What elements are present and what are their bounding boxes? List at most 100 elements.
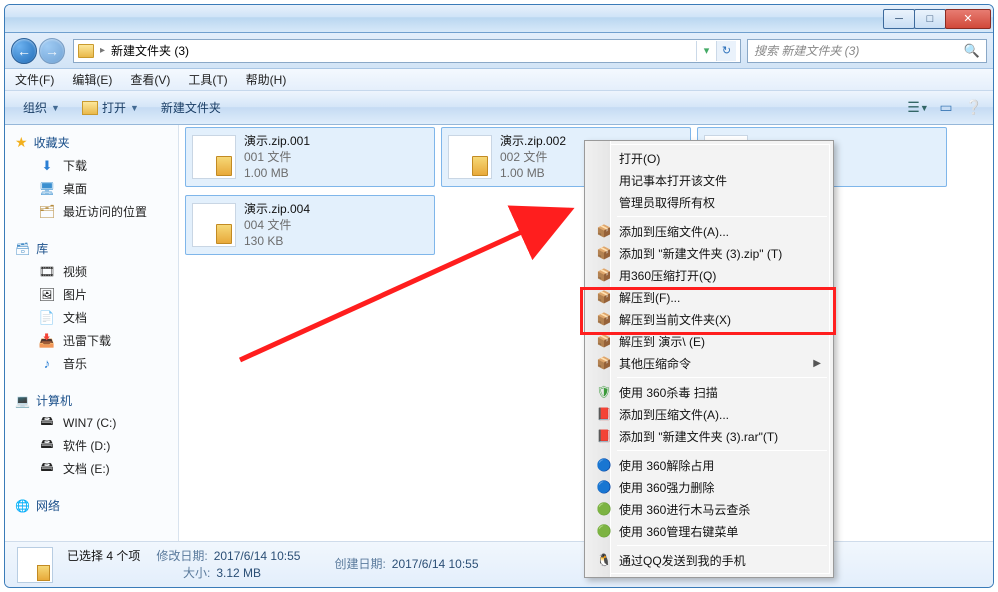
- context-menu-label: 解压到 演示\ (E): [619, 333, 705, 350]
- menu-help[interactable]: 帮助(H): [246, 71, 287, 88]
- recent-icon: 🗂: [39, 204, 55, 220]
- context-menu-item[interactable]: 📦解压到 演示\ (E): [589, 330, 829, 352]
- sidebar-item-videos[interactable]: 🎞视频: [5, 260, 178, 283]
- archive-icon: 📦: [595, 288, 613, 306]
- context-menu-item[interactable]: 🔵使用 360强力删除: [589, 476, 829, 498]
- forward-button[interactable]: →: [39, 38, 65, 64]
- toolbar: 组织 ▼ 打开 ▼ 新建文件夹 ☰ ▼ ▭ ❔: [5, 91, 993, 125]
- titlebar: ─ □ ✕: [5, 5, 993, 33]
- file-size: 1.00 MB: [500, 165, 566, 181]
- context-menu-item[interactable]: 🟢 使用 360进行木马云查杀: [589, 498, 829, 520]
- sidebar-item-drive-d[interactable]: 🖴软件 (D:): [5, 434, 178, 457]
- sidebar-item-music[interactable]: ♪音乐: [5, 352, 178, 375]
- menu-edit[interactable]: 编辑(E): [72, 71, 112, 88]
- file-thumbnail: [448, 135, 492, 179]
- breadcrumb-sep-icon: ▸: [100, 45, 105, 56]
- context-menu-item[interactable]: 📦用360压缩打开(Q): [589, 264, 829, 286]
- context-menu-label: 通过QQ发送到我的手机: [619, 552, 746, 569]
- music-icon: ♪: [39, 356, 55, 372]
- address-row: ← → ▸ 新建文件夹 (3) ▾ ↻ 搜索 新建文件夹 (3) 🔍: [5, 33, 993, 69]
- file-name: 演示.zip.004: [244, 201, 310, 217]
- sidebar-item-documents[interactable]: 📄文档: [5, 306, 178, 329]
- chevron-right-icon: ▶: [813, 358, 821, 369]
- archive-icon: 📦: [595, 354, 613, 372]
- context-menu-label: 使用 360进行木马云查杀: [619, 501, 750, 518]
- breadcrumb-dropdown-icon[interactable]: ▾: [696, 41, 716, 61]
- context-menu-item[interactable]: 用记事本打开该文件: [589, 169, 829, 191]
- sidebar-network[interactable]: 🌐网络: [5, 494, 178, 517]
- context-menu-label: 解压到(F)...: [619, 289, 680, 306]
- document-icon: 📄: [39, 310, 55, 326]
- 360g-icon: 🟢: [595, 500, 613, 518]
- sidebar-item-drive-e[interactable]: 🖴文档 (E:): [5, 457, 178, 480]
- file-type: 002 文件: [500, 149, 566, 165]
- desktop-icon: 🖥: [39, 181, 55, 197]
- context-menu-item[interactable]: 📦添加到 "新建文件夹 (3).zip" (T): [589, 242, 829, 264]
- rar-icon: 📕: [595, 427, 613, 445]
- context-menu-item[interactable]: 📕 添加到 "新建文件夹 (3).rar"(T): [589, 425, 829, 447]
- context-menu-item[interactable]: 🛡使用 360杀毒 扫描: [589, 381, 829, 403]
- context-menu-item[interactable]: 📦解压到当前文件夹(X): [589, 308, 829, 330]
- new-folder-button[interactable]: 新建文件夹: [153, 96, 229, 119]
- sidebar-item-drive-c[interactable]: 🖴WIN7 (C:): [5, 412, 178, 434]
- context-menu-item[interactable]: 📦 解压到(F)...: [589, 286, 829, 308]
- file-item[interactable]: 演示.zip.004 004 文件 130 KB: [185, 195, 435, 255]
- context-menu-label: 用360压缩打开(Q): [619, 267, 716, 284]
- context-menu-item[interactable]: 📦 其他压缩命令 ▶: [589, 352, 829, 374]
- menu-file[interactable]: 文件(F): [15, 71, 54, 88]
- context-menu-item[interactable]: 📦添加到压缩文件(A)...: [589, 220, 829, 242]
- preview-pane-button[interactable]: ▭: [937, 99, 955, 117]
- organize-button[interactable]: 组织 ▼: [15, 96, 68, 119]
- download-icon: ⬇: [39, 158, 55, 174]
- sidebar-item-downloads[interactable]: ⬇下载: [5, 154, 178, 177]
- context-menu: 打开(O)用记事本打开该文件管理员取得所有权📦添加到压缩文件(A)...📦添加到…: [584, 140, 834, 578]
- file-type: 001 文件: [244, 149, 310, 165]
- refresh-button[interactable]: ↻: [716, 41, 736, 61]
- help-button[interactable]: ❔: [965, 99, 983, 117]
- open-button[interactable]: 打开 ▼: [74, 96, 147, 119]
- sidebar-item-pictures[interactable]: 🖼图片: [5, 283, 178, 306]
- back-button[interactable]: ←: [11, 38, 37, 64]
- close-button[interactable]: ✕: [945, 9, 991, 29]
- sidebar-item-desktop[interactable]: 🖥桌面: [5, 177, 178, 200]
- menu-tools[interactable]: 工具(T): [188, 71, 227, 88]
- rar-icon: 📕: [595, 405, 613, 423]
- body: ★收藏夹 ⬇下载 🖥桌面 🗂最近访问的位置 🗃库 🎞视频 🖼图片 📄文档 📥迅雷…: [5, 125, 993, 541]
- maximize-button[interactable]: □: [914, 9, 946, 29]
- sidebar-favorites[interactable]: ★收藏夹: [5, 131, 178, 154]
- context-menu-label: 使用 360解除占用: [619, 457, 714, 474]
- file-name: 演示.zip.001: [244, 133, 310, 149]
- address-bar[interactable]: ▸ 新建文件夹 (3) ▾ ↻: [73, 39, 741, 63]
- sidebar-libraries[interactable]: 🗃库: [5, 237, 178, 260]
- file-type: 004 文件: [244, 217, 310, 233]
- archive-icon: 📦: [595, 222, 613, 240]
- sidebar-item-recent[interactable]: 🗂最近访问的位置: [5, 200, 178, 223]
- star-icon: ★: [15, 134, 28, 151]
- library-icon: 🗃: [15, 242, 30, 256]
- minimize-button[interactable]: ─: [883, 9, 915, 29]
- drive-icon: 🖴: [39, 461, 55, 477]
- context-menu-label: 用记事本打开该文件: [619, 172, 727, 189]
- status-selection: 已选择 4 个项: [67, 548, 140, 565]
- menu-view[interactable]: 查看(V): [130, 71, 170, 88]
- file-item[interactable]: 演示.zip.001 001 文件 1.00 MB: [185, 127, 435, 187]
- context-menu-label: 其他压缩命令: [619, 355, 691, 372]
- 360-icon: 🔵: [595, 456, 613, 474]
- computer-icon: 💻: [15, 394, 30, 408]
- search-input[interactable]: 搜索 新建文件夹 (3) 🔍: [747, 39, 987, 63]
- breadcrumb[interactable]: 新建文件夹 (3): [111, 42, 189, 59]
- context-menu-label: 添加到压缩文件(A)...: [619, 406, 729, 423]
- drive-icon: 🖴: [39, 438, 55, 454]
- explorer-window: ─ □ ✕ ← → ▸ 新建文件夹 (3) ▾ ↻ 搜索 新建文件夹 (3) 🔍…: [4, 4, 994, 588]
- view-options-button[interactable]: ☰ ▼: [909, 99, 927, 117]
- sidebar-item-thunder[interactable]: 📥迅雷下载: [5, 329, 178, 352]
- context-menu-label: 添加到 "新建文件夹 (3).rar"(T): [619, 428, 778, 445]
- context-menu-item[interactable]: 打开(O): [589, 147, 829, 169]
- context-menu-item[interactable]: 🐧通过QQ发送到我的手机: [589, 549, 829, 571]
- sidebar-computer[interactable]: 💻计算机: [5, 389, 178, 412]
- context-menu-item[interactable]: 管理员取得所有权: [589, 191, 829, 213]
- context-menu-item[interactable]: 🟢使用 360管理右键菜单: [589, 520, 829, 542]
- context-menu-item[interactable]: 📕 添加到压缩文件(A)...: [589, 403, 829, 425]
- folder-icon: [78, 44, 94, 58]
- context-menu-item[interactable]: 🔵 使用 360解除占用: [589, 454, 829, 476]
